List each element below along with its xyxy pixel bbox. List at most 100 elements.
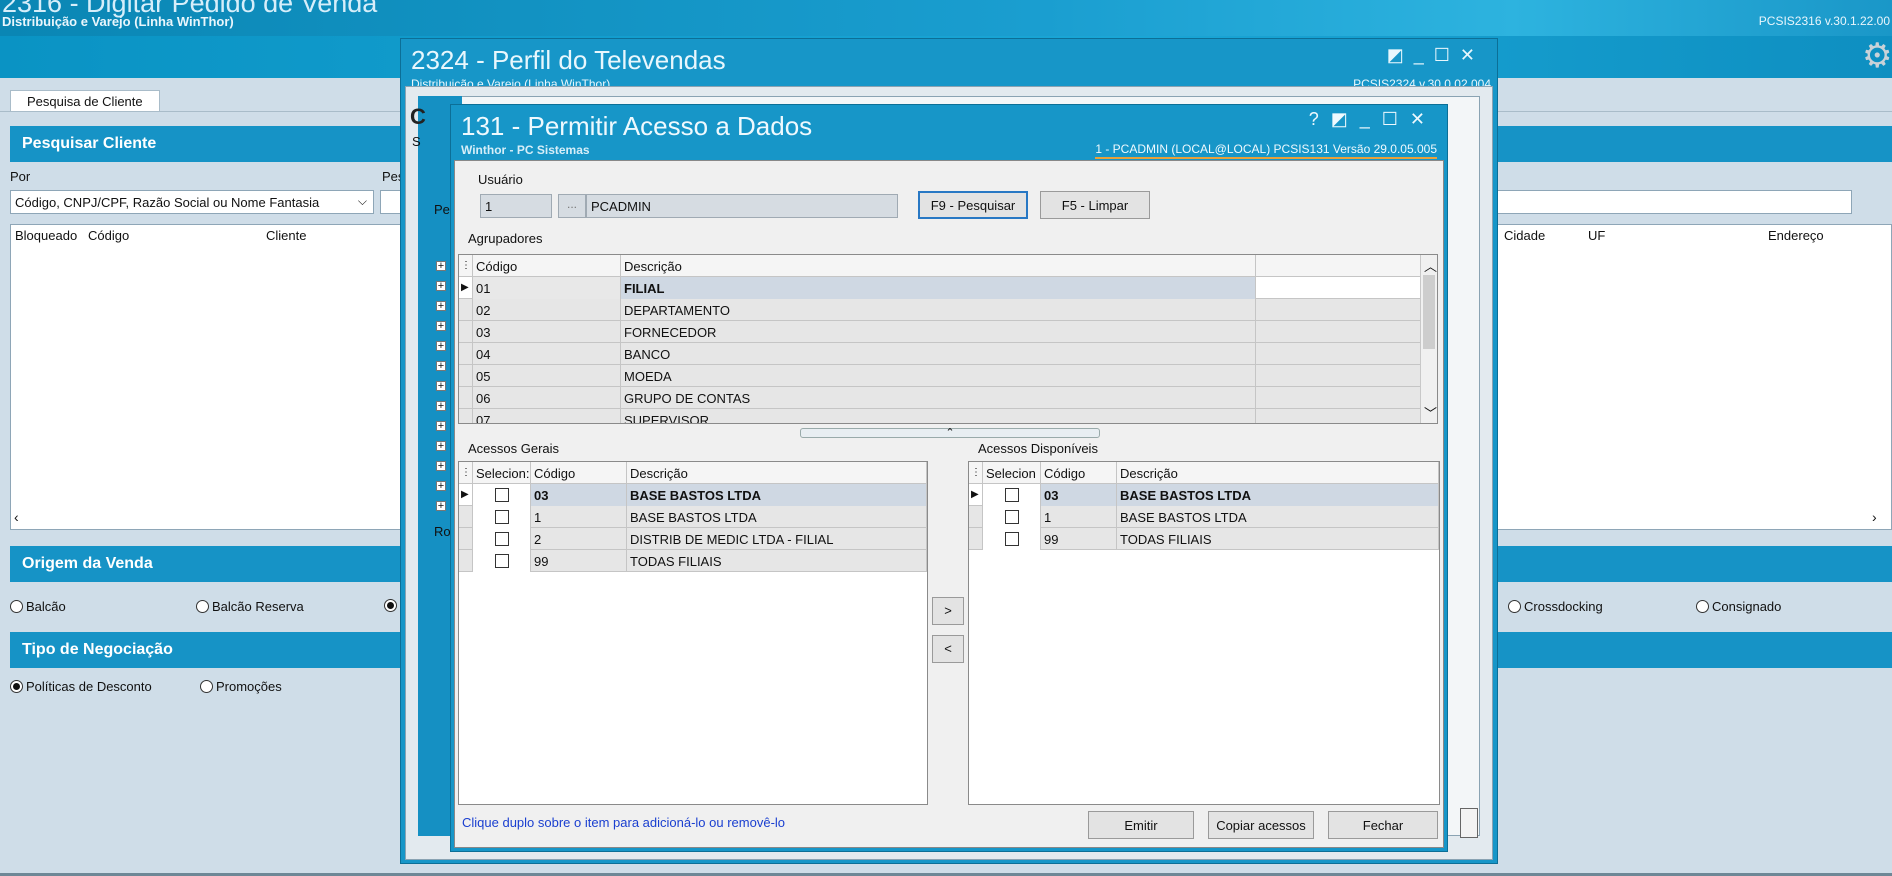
cell-checkbox [473,484,531,506]
col-cidade[interactable]: Cidade [1504,228,1545,243]
table-row[interactable]: ▶ 01 FILIAL [459,277,1422,299]
col-codigo[interactable]: Código [473,255,621,277]
col-descricao[interactable]: Descrição [627,462,927,484]
expand-icon[interactable]: + [436,261,446,272]
chevron-down-icon[interactable]: ﹀ [1424,403,1437,422]
row-indicator [459,409,473,423]
col-selecionar[interactable]: Selecion [983,462,1041,484]
close-icon[interactable]: ✕ [1410,109,1437,129]
table-row[interactable]: 06 GRUPO DE CONTAS [459,387,1422,409]
table-row[interactable]: ▶ 03 BASE BASTOS LTDA [969,484,1439,506]
table-row[interactable]: ▶ 03 BASE BASTOS LTDA [459,484,927,506]
grid-header-row: ⋮ Código Descrição [459,255,1422,277]
checkbox[interactable] [495,488,509,502]
checkbox[interactable] [1005,488,1019,502]
table-row[interactable]: 1 BASE BASTOS LTDA [969,506,1439,528]
scroll-left-icon[interactable]: ‹ [14,509,19,525]
radio-balcao[interactable]: Balcão [10,599,66,614]
checkbox[interactable] [495,510,509,524]
table-row[interactable]: 2 DISTRIB DE MEDIC LTDA - FILIAL [459,528,927,550]
gear-icon[interactable]: ⚙ [1862,36,1892,76]
restore-icon[interactable]: ◩ [1331,109,1360,129]
expand-icon[interactable]: + [436,361,446,372]
tab-pesquisa-cliente[interactable]: Pesquisa de Cliente [10,90,160,112]
col-codigo[interactable]: Código [88,228,129,243]
usuario-name-field[interactable]: PCADMIN [586,194,898,218]
emitir-button[interactable]: Emitir [1088,811,1194,839]
radio-crossdocking[interactable]: Crossdocking [1508,599,1603,614]
chevron-up-icon[interactable]: ︿ [1424,256,1437,275]
col-endereco[interactable]: Endereço [1768,228,1824,243]
radio-politicas-desconto[interactable]: Políticas de Desconto [10,679,152,694]
col-descricao[interactable]: Descrição [1117,462,1439,484]
radio-balcao-reserva[interactable]: Balcão Reserva [196,599,304,614]
table-row[interactable]: 1 BASE BASTOS LTDA [459,506,927,528]
column-chooser-icon[interactable]: ⋮ [459,255,473,277]
radio-consignado[interactable]: Consignado [1696,599,1781,614]
copiar-acessos-button[interactable]: Copiar acessos [1208,811,1314,839]
scroll-right-icon[interactable]: › [1872,509,1877,525]
maximize-icon[interactable]: ☐ [1382,109,1410,129]
expand-icon[interactable]: + [436,401,446,412]
col-codigo[interactable]: Código [1041,462,1117,484]
column-chooser-icon[interactable]: ⋮ [459,462,473,484]
vertical-scrollbar[interactable]: ︿ ﹀ [1420,255,1437,423]
expand-icon[interactable]: + [436,281,446,292]
table-row[interactable]: 99 TODAS FILIAIS [969,528,1439,550]
dialog-controls[interactable]: ?◩_☐✕ [1309,109,1437,130]
table-row[interactable]: 05 MOEDA [459,365,1422,387]
pesquisar-button[interactable]: F9 - Pesquisar [918,191,1028,219]
column-chooser-icon[interactable]: ⋮ [969,462,983,484]
usuario-code-field[interactable]: 1 [480,194,552,218]
add-access-button[interactable]: > [932,597,964,625]
col-selecionar[interactable]: Selecion: [473,462,531,484]
help-icon[interactable]: ? [1309,109,1331,129]
table-row[interactable]: 03 FORNECEDOR [459,321,1422,343]
col-codigo[interactable]: Código [531,462,627,484]
fechar-button[interactable]: Fechar [1328,811,1438,839]
usuario-lookup-button[interactable]: ... [558,194,586,218]
expand-icon[interactable]: + [436,501,446,512]
expand-icon[interactable]: + [436,341,446,352]
close-icon[interactable]: ✕ [1460,45,1485,65]
table-row[interactable]: 02 DEPARTAMENTO [459,299,1422,321]
acessos-gerais-grid[interactable]: ⋮ Selecion: Código Descrição ▶ 03 BASE B… [458,461,928,805]
expand-icon[interactable]: + [436,321,446,332]
cell-desc: TODAS FILIAIS [1117,528,1439,550]
agrupadores-grid[interactable]: ⋮ Código Descrição ▶ 01 FILIAL 02 DEPART… [458,254,1438,424]
select-pesquisar-por[interactable]: Código, CNPJ/CPF, Razão Social ou Nome F… [10,190,374,214]
expand-icon[interactable]: + [436,461,446,472]
table-row[interactable]: 99 TODAS FILIAIS [459,550,927,572]
col-bloqueado[interactable]: Bloqueado [15,228,77,243]
expand-icon[interactable]: + [436,381,446,392]
expand-icon[interactable]: + [436,301,446,312]
remove-access-button[interactable]: < [932,635,964,663]
maximize-icon[interactable]: ☐ [1434,45,1460,65]
restore-icon[interactable]: ◩ [1387,45,1414,65]
col-cliente[interactable]: Cliente [266,228,306,243]
checkbox[interactable] [495,532,509,546]
radio-origem-selected[interactable] [384,599,400,612]
table-row[interactable]: 07 SUPERVISOR [459,409,1422,423]
expand-icon[interactable]: + [436,441,446,452]
window-controls[interactable]: ◩_☐✕ [1387,45,1485,66]
minimize-icon[interactable]: _ [1360,109,1382,129]
acessos-disponiveis-grid[interactable]: ⋮ Selecion Código Descrição ▶ 03 BASE BA… [968,461,1440,805]
table-row[interactable]: 04 BANCO [459,343,1422,365]
col-descricao[interactable]: Descrição [621,255,1256,277]
splitter-handle[interactable]: ⌃ [800,428,1100,439]
radio-promocoes[interactable]: Promoções [200,679,282,694]
checkbox[interactable] [1005,532,1019,546]
expand-icon[interactable]: + [436,421,446,432]
checkbox[interactable] [1005,510,1019,524]
cell-code: 03 [1041,484,1117,506]
expand-icon[interactable]: + [436,481,446,492]
minimize-icon[interactable]: _ [1414,45,1434,65]
row-pointer-icon: ▶ [459,484,473,506]
checkbox[interactable] [495,554,509,568]
button-fragment[interactable] [1460,808,1478,838]
limpar-button[interactable]: F5 - Limpar [1040,191,1150,219]
radio-circle-icon [10,600,23,613]
col-uf[interactable]: UF [1588,228,1605,243]
scrollbar-thumb[interactable] [1423,275,1435,349]
